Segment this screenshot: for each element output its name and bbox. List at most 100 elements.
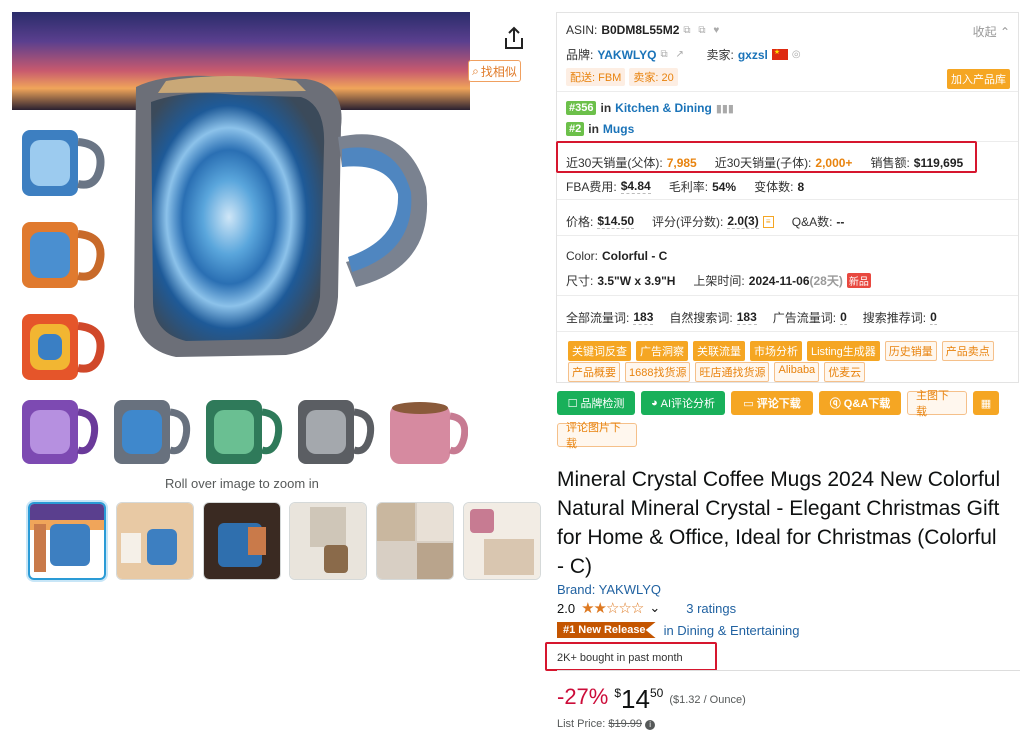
panel-price-value: $14.50 [597,214,635,229]
ratings-count-link[interactable]: 3 ratings [686,601,736,616]
pie-chart-icon: ◕ [650,397,658,409]
listed-date: 2024-11-06 [748,273,810,288]
external-link-icon[interactable]: ↗ [675,49,686,60]
divider [557,331,1018,332]
carousel-image-6[interactable] [463,502,541,580]
size-value: 3.5"W x 3.9"H [597,273,676,288]
carousel-image-4[interactable] [289,502,367,580]
qa-download-button[interactable]: ⓠ Q&A下载 [819,391,901,415]
variants-value: 8 [797,179,805,194]
thumbnail-green-mug[interactable] [200,394,284,470]
new-product-tag: 新品 [846,273,871,288]
divider [557,670,1020,671]
ai-review-button[interactable]: ◕ AI评论分析 [641,391,725,415]
margin-value: 54% [712,179,737,194]
brand-check-button[interactable]: ☐ 品牌检测 [557,391,635,415]
find-similar-button[interactable]: ⌕ 找相似 [468,60,521,82]
tool-tag[interactable]: 历史销量 [884,341,937,361]
recommended-keywords[interactable]: 0 [930,310,937,325]
info-icon[interactable]: i [645,720,656,730]
bar-chart-icon[interactable]: ▮▮▮ [716,102,734,115]
new-release-row: #1 New Release in Dining & Entertaining [557,622,799,638]
tool-tag[interactable]: 旺店通找货源 [695,362,770,382]
zoom-hint: Roll over image to zoom in [165,476,319,491]
keyword-row: 全部流量词: 183 自然搜索词: 183 广告流量词: 0 搜索推荐词: 0 [566,310,937,325]
price-row: -27% $ 14 50 ($1.32 / Ounce) [557,684,746,715]
ad-keywords[interactable]: 0 [840,310,847,325]
tool-tag[interactable]: 广告洞察 [636,341,688,361]
brand-link[interactable]: YAKWLYQ [597,48,656,62]
seller-link[interactable]: gxzsl [738,48,768,62]
copy-icon[interactable]: ⧉ [698,25,709,36]
fba-row: FBA费用: $4.84 毛利率: 54% 变体数: 8 [566,179,805,194]
tool-tag[interactable]: Listing生成器 [807,341,880,361]
copy-icon[interactable]: ⧉ [683,25,694,36]
collapse-toggle[interactable]: 收起 ⌃ [973,23,1010,40]
search-icon: ⌕ [472,63,479,78]
location-icon[interactable]: ◎ [792,49,803,60]
organic-keywords[interactable]: 183 [736,310,757,325]
thumbnail-blue-agate-mug[interactable] [108,394,192,470]
tool-tag[interactable]: 1688找货源 [625,362,691,382]
tool-tags-row-2: 产品概要 1688找货源 旺店通找货源 Alibaba 优麦云 [568,362,866,382]
color-value: Colorful - C [602,249,668,263]
delivery-tag: 配送: FBM [566,68,626,86]
thumbnail-orange-blue-mug[interactable] [16,214,108,296]
list-price-value: $19.99 [608,718,643,730]
asin-row: ASIN: B0DM8L55M2 ⧉ ⧉ ♥ [566,23,724,37]
copy-icon[interactable]: ⧉ [660,49,671,60]
review-image-download-button[interactable]: 评论图片下载 [557,422,637,450]
add-to-library-button[interactable]: 加入产品库 [947,69,1010,89]
list-price: List Price: $19.99 i [557,718,656,730]
chevron-down-icon[interactable]: ⌄ [649,600,660,616]
tool-tag[interactable]: 市场分析 [750,341,802,361]
thumbnail-pink-mug[interactable] [384,394,468,470]
brand-link[interactable]: Brand: YAKWLYQ [557,582,661,597]
total-keywords[interactable]: 183 [633,310,654,325]
star-rating-icon[interactable]: ★★☆☆☆ [581,599,644,617]
rank-category-link[interactable]: Mugs [603,122,634,136]
discount-percent: -27% [557,684,609,709]
thumbnail-grey-mug[interactable] [292,394,376,470]
carousel-image-1[interactable] [28,502,106,580]
main-image-download-button[interactable]: 主图下载 [907,390,967,418]
unit-price: ($1.32 / Ounce) [669,694,746,706]
thumbnail-purple-mug[interactable] [16,394,100,470]
divider [557,91,1018,92]
divider [557,199,1018,200]
tool-tag[interactable]: 关键词反查 [568,341,631,361]
tool-tags-row-1: 关键词反查 广告洞察 关联流量 市场分析 Listing生成器 历史销量 产品卖… [568,341,994,361]
agate-mug-image [134,75,428,357]
rank-category-link[interactable]: Kitchen & Dining [615,101,712,115]
rank-badge: #356 [566,101,597,115]
tool-tag[interactable]: 关联流量 [693,341,745,361]
review-download-button[interactable]: ▭ 评论下载 [731,391,813,415]
calculator-icon[interactable]: ▦ [973,391,999,415]
carousel-image-3[interactable] [203,502,281,580]
thumbnail-blue-mug[interactable] [16,122,108,204]
tool-tag[interactable]: Alibaba [774,362,820,382]
document-icon[interactable]: ≡ [762,215,774,228]
thumbnail-rainbow-mug[interactable] [16,306,108,388]
divider [557,235,1018,236]
share-icon[interactable] [500,24,528,52]
action-buttons: ☐ 品牌检测 ◕ AI评论分析 ▭ 评论下载 ⓠ Q&A下载 主图下载 ▦ [557,390,999,418]
tool-tag[interactable]: 优麦云 [824,362,866,382]
question-icon: ⓠ [829,398,841,410]
rank-badge: #2 [566,122,585,136]
heart-icon[interactable]: ♥ [713,25,724,36]
panel-rating-value: 2.0(3) [727,214,759,229]
delivery-row: 配送: FBM 卖家: 20 [566,68,678,86]
rank-row-2: #2 in Mugs [566,122,634,136]
carousel-image-5[interactable] [376,502,454,580]
seller-tool-panel: 收起 ⌃ ASIN: B0DM8L55M2 ⧉ ⧉ ♥ 品牌: YAKWLYQ … [556,12,1019,383]
carousel-image-2[interactable] [116,502,194,580]
chevron-up-icon: ⌃ [999,25,1010,39]
image-carousel [28,502,541,582]
new-release-badge[interactable]: #1 New Release [557,622,656,638]
new-release-category-link[interactable]: in Dining & Entertaining [664,623,800,638]
rank-row-1: #356 in Kitchen & Dining ▮▮▮ [566,101,734,115]
tool-tag[interactable]: 产品卖点 [941,341,994,361]
price-whole: 14 [621,684,650,714]
tool-tag[interactable]: 产品概要 [568,362,620,382]
